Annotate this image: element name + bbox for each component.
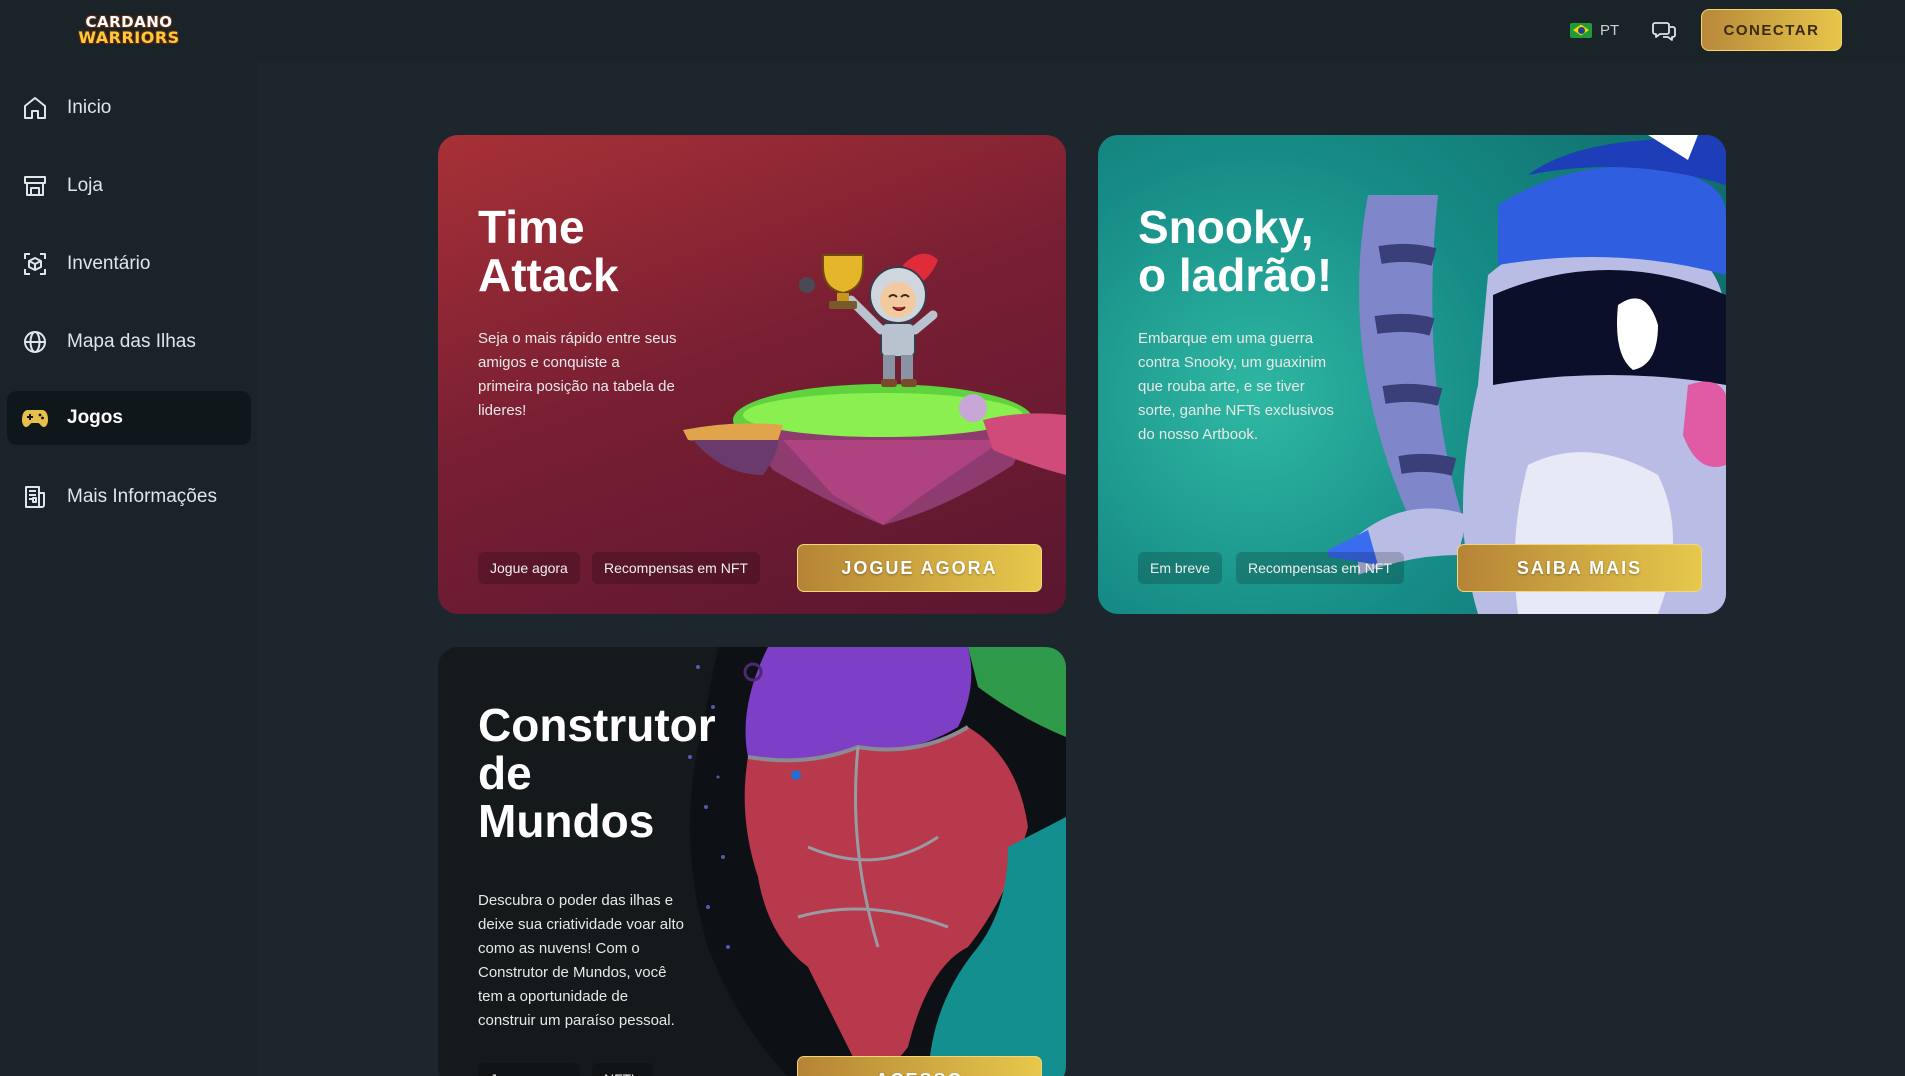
sidebar-item-label: Mais Informações bbox=[67, 486, 217, 507]
play-now-button[interactable]: JOGUE AGORA bbox=[797, 544, 1042, 592]
world-map-illustration bbox=[688, 647, 1066, 1076]
access-button[interactable]: ACESSO bbox=[797, 1056, 1042, 1076]
language-selector[interactable]: PT bbox=[1570, 20, 1619, 40]
store-icon bbox=[21, 172, 49, 200]
card-title: Snooky, o ladrão! bbox=[1138, 201, 1333, 301]
sidebar-item-label: Inventário bbox=[67, 253, 151, 274]
tag-nfts: NFT's bbox=[592, 1063, 653, 1076]
sidebar-item-loja[interactable]: Loja bbox=[7, 159, 251, 213]
sidebar-item-inicio[interactable]: Inicio bbox=[7, 81, 251, 135]
chat-button[interactable] bbox=[1650, 18, 1678, 44]
sidebar-item-label: Loja bbox=[67, 175, 103, 196]
tag-jogue-agora: Jogue agora bbox=[478, 1063, 580, 1076]
tag-em-breve: Em breve bbox=[1138, 552, 1222, 584]
raccoon-thief-illustration bbox=[1328, 135, 1726, 614]
game-card-time-attack: Time Attack Seja o mais rápido entre seu… bbox=[438, 135, 1066, 614]
globe-icon bbox=[21, 328, 49, 356]
sidebar-item-jogos[interactable]: Jogos bbox=[7, 391, 251, 445]
gamepad-icon bbox=[21, 404, 49, 432]
cardano-warriors-logo[interactable]: CARDANO WARRIORS bbox=[73, 12, 185, 48]
document-icon bbox=[21, 483, 49, 511]
card-title: Construtor de Mundos bbox=[478, 699, 716, 847]
tag-recompensas-nft: Recompensas em NFT bbox=[1236, 552, 1404, 584]
tag-recompensas-nft: Recompensas em NFT bbox=[592, 552, 760, 584]
game-card-construtor-de-mundos: Construtor de Mundos Descubra o poder da… bbox=[438, 647, 1066, 1076]
sidebar: Inicio Loja Inventário Mapa das Ilhas Jo… bbox=[0, 63, 257, 1076]
knight-on-island-illustration bbox=[683, 253, 1066, 525]
card-description: Descubra o poder das ilhas e deixe sua c… bbox=[478, 892, 684, 1029]
sidebar-item-mais-informacoes[interactable]: Mais Informações bbox=[7, 470, 251, 524]
inventory-icon bbox=[21, 250, 49, 278]
game-card-snooky: Snooky, o ladrão! Embarque em uma guerra… bbox=[1098, 135, 1726, 614]
card-title: Time Attack bbox=[478, 201, 619, 301]
tag-jogue-agora: Jogue agora bbox=[478, 552, 580, 584]
home-icon bbox=[21, 94, 49, 122]
learn-more-button[interactable]: SAIBA MAIS bbox=[1457, 544, 1702, 592]
top-bar: CARDANO WARRIORS PT CONECTAR bbox=[0, 0, 1905, 63]
sidebar-item-inventario[interactable]: Inventário bbox=[7, 237, 251, 291]
sidebar-item-label: Jogos bbox=[67, 407, 123, 428]
brazil-flag-icon bbox=[1570, 22, 1592, 38]
logo-line2: WARRIORS bbox=[78, 27, 180, 47]
connect-button[interactable]: CONECTAR bbox=[1701, 9, 1842, 51]
sidebar-item-mapa-das-ilhas[interactable]: Mapa das Ilhas bbox=[7, 315, 251, 369]
card-description: Seja o mais rápido entre seus amigos e c… bbox=[478, 330, 677, 419]
card-description: Embarque em uma guerra contra Snooky, um… bbox=[1138, 330, 1334, 443]
chat-icon bbox=[1652, 22, 1676, 41]
sidebar-item-label: Inicio bbox=[67, 97, 112, 118]
sidebar-item-label: Mapa das Ilhas bbox=[67, 331, 196, 352]
language-label: PT bbox=[1600, 21, 1620, 39]
